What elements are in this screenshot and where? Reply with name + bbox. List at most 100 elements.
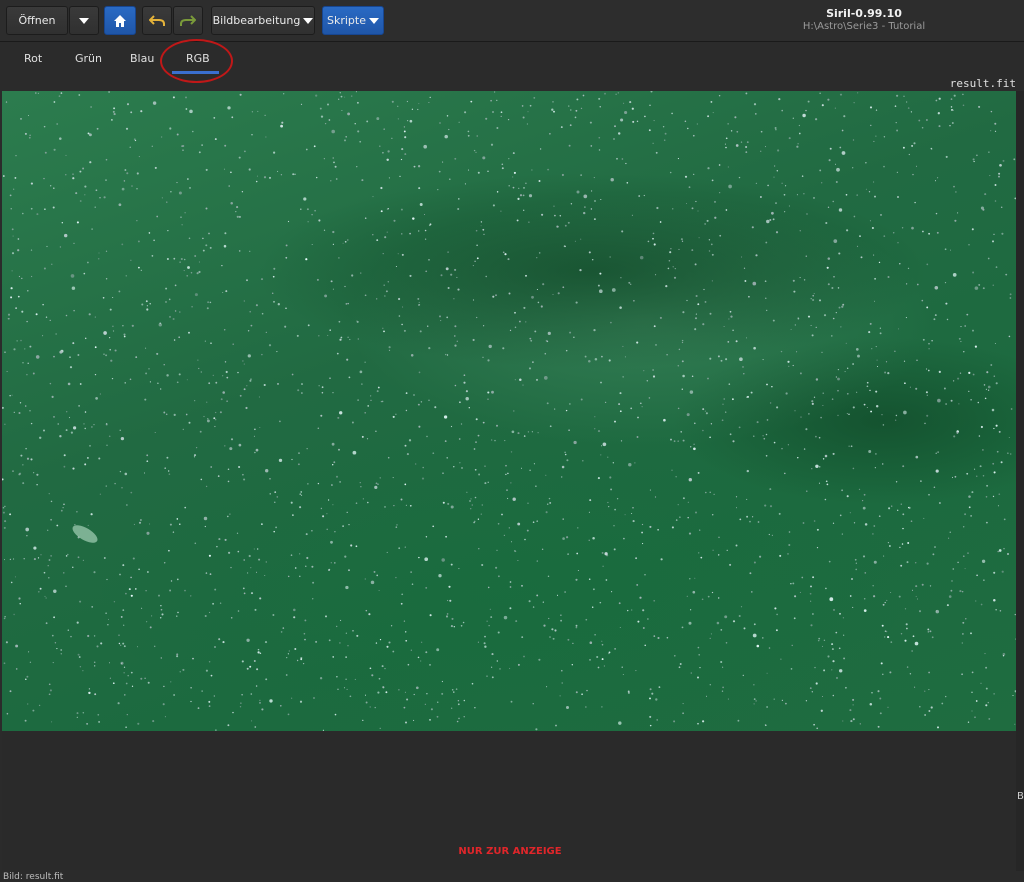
star xyxy=(398,689,400,691)
star xyxy=(998,172,1001,175)
star xyxy=(738,176,741,179)
star xyxy=(883,165,885,168)
star xyxy=(536,594,539,597)
vertical-scrollbar[interactable] xyxy=(1016,91,1024,871)
star xyxy=(762,637,764,639)
star xyxy=(815,326,817,328)
redo-button[interactable] xyxy=(173,6,203,35)
star xyxy=(277,303,280,306)
star xyxy=(850,445,853,448)
star xyxy=(794,410,796,412)
star xyxy=(59,435,62,438)
home-button[interactable] xyxy=(104,6,136,35)
star xyxy=(694,422,696,425)
star xyxy=(497,522,500,525)
star xyxy=(226,376,229,379)
star xyxy=(975,600,977,602)
star xyxy=(149,381,151,383)
star xyxy=(403,130,406,133)
star xyxy=(609,256,611,258)
star xyxy=(83,272,86,275)
star xyxy=(186,379,188,381)
star xyxy=(825,480,828,483)
star xyxy=(496,660,498,662)
star xyxy=(538,252,541,254)
star xyxy=(335,475,339,478)
scripts-menu-button[interactable]: Skripte xyxy=(322,6,384,35)
star xyxy=(901,543,904,545)
star xyxy=(809,592,812,595)
star xyxy=(777,149,780,152)
star xyxy=(540,305,543,308)
open-button[interactable]: Öffnen xyxy=(6,6,68,35)
star xyxy=(43,571,46,574)
image-viewport[interactable] xyxy=(2,91,1016,731)
star xyxy=(82,712,85,714)
star xyxy=(61,222,63,224)
star xyxy=(535,485,537,487)
star xyxy=(230,438,234,441)
star xyxy=(43,267,46,270)
star xyxy=(565,349,568,352)
star xyxy=(869,702,873,706)
star xyxy=(957,561,959,564)
star xyxy=(600,381,602,384)
star xyxy=(561,669,563,672)
star xyxy=(863,493,866,496)
star xyxy=(99,393,101,395)
star xyxy=(673,440,676,443)
star xyxy=(259,652,262,655)
star xyxy=(212,602,215,605)
star xyxy=(206,419,210,423)
tab-blau[interactable]: Blau xyxy=(130,52,154,65)
undo-button[interactable] xyxy=(142,6,172,35)
star xyxy=(488,344,492,349)
star xyxy=(174,284,177,287)
star xyxy=(753,561,756,564)
star xyxy=(825,587,827,590)
star xyxy=(654,496,657,498)
star xyxy=(160,388,162,390)
star xyxy=(176,655,179,658)
star xyxy=(208,232,210,235)
star xyxy=(617,132,621,135)
star xyxy=(462,621,465,624)
star xyxy=(802,522,805,524)
star xyxy=(781,447,783,450)
star xyxy=(33,546,37,550)
star xyxy=(131,685,134,687)
star xyxy=(666,636,669,639)
star xyxy=(653,599,656,602)
star xyxy=(684,175,688,178)
star xyxy=(463,699,466,702)
star xyxy=(79,200,82,202)
star xyxy=(214,425,216,428)
star xyxy=(393,219,396,222)
star xyxy=(249,665,252,668)
star xyxy=(525,182,527,185)
star xyxy=(36,473,39,476)
star xyxy=(136,220,138,222)
star xyxy=(313,697,315,699)
star xyxy=(959,372,962,374)
star xyxy=(156,352,159,355)
star xyxy=(702,323,705,326)
star xyxy=(827,206,830,208)
tab-gruen[interactable]: Grün xyxy=(75,52,102,65)
tab-rot[interactable]: Rot xyxy=(24,52,42,65)
star xyxy=(597,430,601,433)
star xyxy=(261,312,264,315)
star xyxy=(561,682,563,684)
star xyxy=(566,459,569,462)
star xyxy=(753,103,757,106)
open-dropdown-button[interactable] xyxy=(69,6,99,35)
star xyxy=(641,406,643,408)
star xyxy=(873,595,876,598)
star xyxy=(176,381,179,384)
star xyxy=(55,333,57,335)
star xyxy=(713,200,717,203)
star xyxy=(48,693,51,696)
star xyxy=(70,635,72,638)
star xyxy=(890,641,893,643)
image-processing-menu-button[interactable]: Bildbearbeitung xyxy=(211,6,315,35)
